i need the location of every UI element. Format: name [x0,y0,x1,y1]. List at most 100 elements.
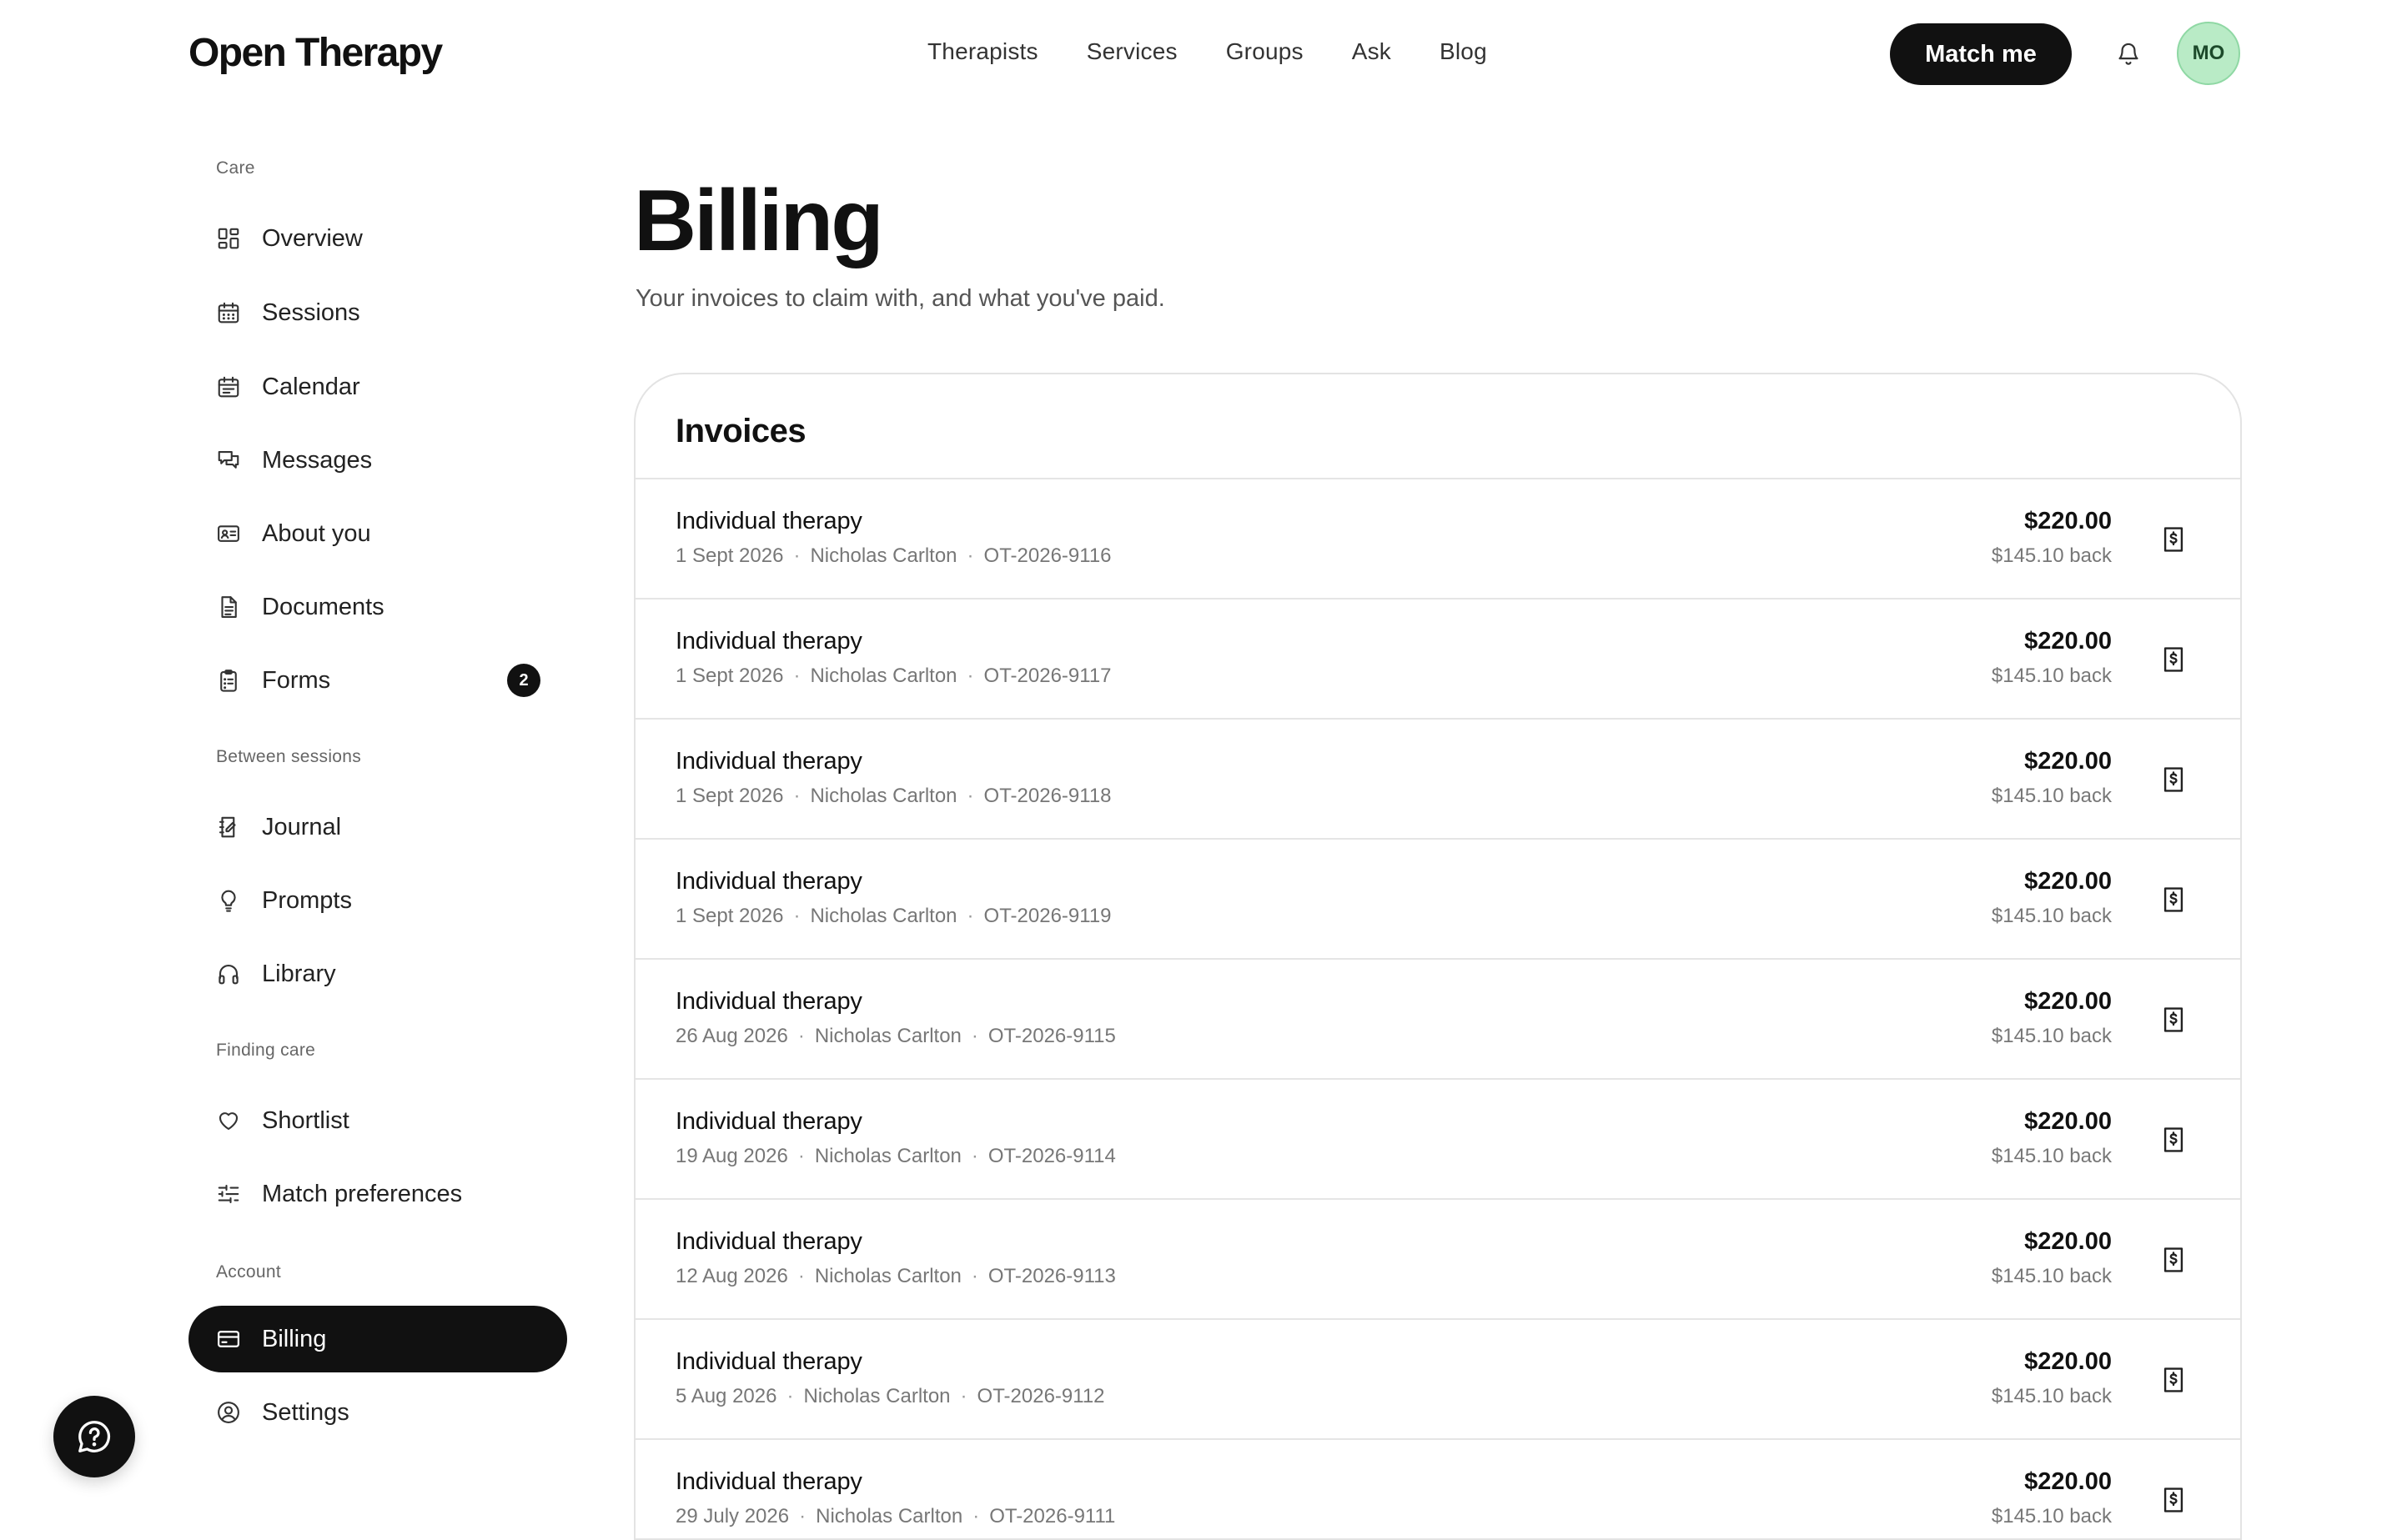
separator-dot: · [967,905,974,927]
invoice-row[interactable]: Individual therapy 29 July 2026 · Nichol… [636,1440,2240,1538]
invoice-amount: $220.00 [2024,748,2112,775]
invoice-amount: $220.00 [2024,868,2112,895]
separator-dot: · [797,1145,805,1167]
invoice-row[interactable]: Individual therapy 19 Aug 2026 · Nichola… [636,1080,2240,1200]
sidebar-item-label: Billing [262,1325,327,1352]
invoice-row[interactable]: Individual therapy 1 Sept 2026 · Nichola… [636,599,2240,720]
sidebar-item-shortlist[interactable]: Shortlist [188,1087,567,1154]
separator-dot: · [967,544,974,567]
invoice-row[interactable]: Individual therapy 1 Sept 2026 · Nichola… [636,720,2240,840]
invoice-id: OT-2026-9113 [987,1265,1116,1287]
invoice-date: 26 Aug 2026 [676,1025,788,1047]
sidebar-item-settings[interactable]: Settings [188,1379,567,1446]
invoice-therapist: Nicholas Carlton [814,1145,962,1167]
sidebar-item-match-preferences[interactable]: Match preferences [188,1161,567,1227]
separator-dot: · [967,665,974,687]
sidebar-item-label: Match preferences [262,1180,463,1207]
sidebar-item-documents[interactable]: Documents [188,574,567,640]
sidebar-item-label: Forms [262,666,331,694]
id-card-icon [215,520,242,547]
receipt-download-icon[interactable] [2157,1003,2190,1036]
invoice-amount: $220.00 [2024,988,2112,1015]
sidebar-item-journal[interactable]: Journal [188,794,567,860]
sidebar-item-messages[interactable]: Messages [188,427,567,494]
invoice-date: 5 Aug 2026 [676,1385,777,1407]
sidebar-item-about-you[interactable]: About you [188,500,567,567]
receipt-download-icon[interactable] [2157,523,2190,556]
sidebar-item-label: Overview [262,224,363,252]
invoice-amount: $220.00 [2024,1348,2112,1375]
invoice-date: 1 Sept 2026 [676,905,784,927]
invoice-row[interactable]: Individual therapy 1 Sept 2026 · Nichola… [636,479,2240,599]
sliders-icon [215,1181,242,1207]
invoice-amount: $220.00 [2024,628,2112,655]
forms-count-badge: 2 [507,664,540,697]
separator-dot: · [793,785,801,807]
logo[interactable]: Open Therapy [188,30,443,76]
sidebar-item-label: Prompts [262,886,352,914]
separator-dot: · [786,1385,794,1407]
invoice-rebate: $145.10 back [1991,1025,2112,1047]
invoice-date: 12 Aug 2026 [676,1265,788,1287]
separator-dot: · [799,1505,807,1527]
invoice-amount: $220.00 [2024,1468,2112,1495]
receipt-download-icon[interactable] [2157,1123,2190,1156]
nav-link-therapists[interactable]: Therapists [927,38,1038,65]
receipt-download-icon[interactable] [2157,883,2190,916]
invoice-title: Individual therapy [676,508,862,534]
page-subtitle: Your invoices to claim with, and what yo… [636,285,1165,312]
sidebar-item-label: About you [262,519,371,547]
sidebar-item-sessions[interactable]: Sessions [188,279,567,346]
sidebar-item-overview[interactable]: Overview [188,205,567,272]
match-me-button[interactable]: Match me [1890,23,2072,85]
invoice-row[interactable]: Individual therapy 1 Sept 2026 · Nichola… [636,840,2240,960]
bell-icon[interactable] [2113,38,2143,68]
invoice-title: Individual therapy [676,1348,862,1375]
help-chat-button[interactable] [53,1396,135,1477]
invoice-therapist: Nicholas Carlton [810,544,957,567]
nav-link-groups[interactable]: Groups [1226,38,1304,65]
invoice-rebate: $145.10 back [1991,544,2112,567]
sidebar-item-billing[interactable]: Billing [188,1306,567,1372]
invoice-rebate: $145.10 back [1991,905,2112,927]
invoice-amount: $220.00 [2024,1228,2112,1255]
receipt-download-icon[interactable] [2157,1483,2190,1517]
sidebar-item-prompts[interactable]: Prompts [188,867,567,934]
receipt-download-icon[interactable] [2157,1243,2190,1277]
receipt-download-icon[interactable] [2157,1363,2190,1397]
invoice-id: OT-2026-9116 [983,544,1112,567]
nav-link-blog[interactable]: Blog [1440,38,1487,65]
nav-link-ask[interactable]: Ask [1352,38,1391,65]
sidebar-item-library[interactable]: Library [188,941,567,1007]
avatar[interactable]: MO [2177,22,2240,85]
sidebar-item-label: Messages [262,446,373,474]
chat-bubbles-icon [215,447,242,474]
invoice-title: Individual therapy [676,628,862,655]
invoice-title: Individual therapy [676,1108,862,1135]
invoice-title: Individual therapy [676,748,862,775]
invoice-id: OT-2026-9114 [987,1145,1116,1167]
invoice-therapist: Nicholas Carlton [814,1265,962,1287]
invoice-meta: 1 Sept 2026 · Nicholas Carlton · OT-2026… [676,905,1112,928]
invoice-date: 1 Sept 2026 [676,544,784,567]
lightbulb-icon [215,887,242,914]
sidebar-item-calendar[interactable]: Calendar [188,354,567,420]
nav-link-services[interactable]: Services [1087,38,1178,65]
receipt-download-icon[interactable] [2157,763,2190,796]
invoice-row[interactable]: Individual therapy 5 Aug 2026 · Nicholas… [636,1320,2240,1440]
invoice-date: 19 Aug 2026 [676,1145,788,1167]
invoice-therapist: Nicholas Carlton [810,665,957,687]
invoice-list: Individual therapy 1 Sept 2026 · Nichola… [636,479,2240,1538]
invoice-row[interactable]: Individual therapy 26 Aug 2026 · Nichola… [636,960,2240,1080]
invoice-meta: 12 Aug 2026 · Nicholas Carlton · OT-2026… [676,1265,1116,1288]
invoice-rebate: $145.10 back [1991,1265,2112,1287]
receipt-download-icon[interactable] [2157,643,2190,676]
invoice-rebate: $145.10 back [1991,785,2112,807]
section-label-account: Account [216,1262,281,1282]
invoice-row[interactable]: Individual therapy 12 Aug 2026 · Nichola… [636,1200,2240,1320]
heart-icon [215,1107,242,1134]
sidebar-item-forms[interactable]: Forms 2 [188,647,567,714]
invoice-date: 29 July 2026 [676,1505,790,1527]
separator-dot: · [972,1505,980,1527]
grid-icon [215,225,242,252]
